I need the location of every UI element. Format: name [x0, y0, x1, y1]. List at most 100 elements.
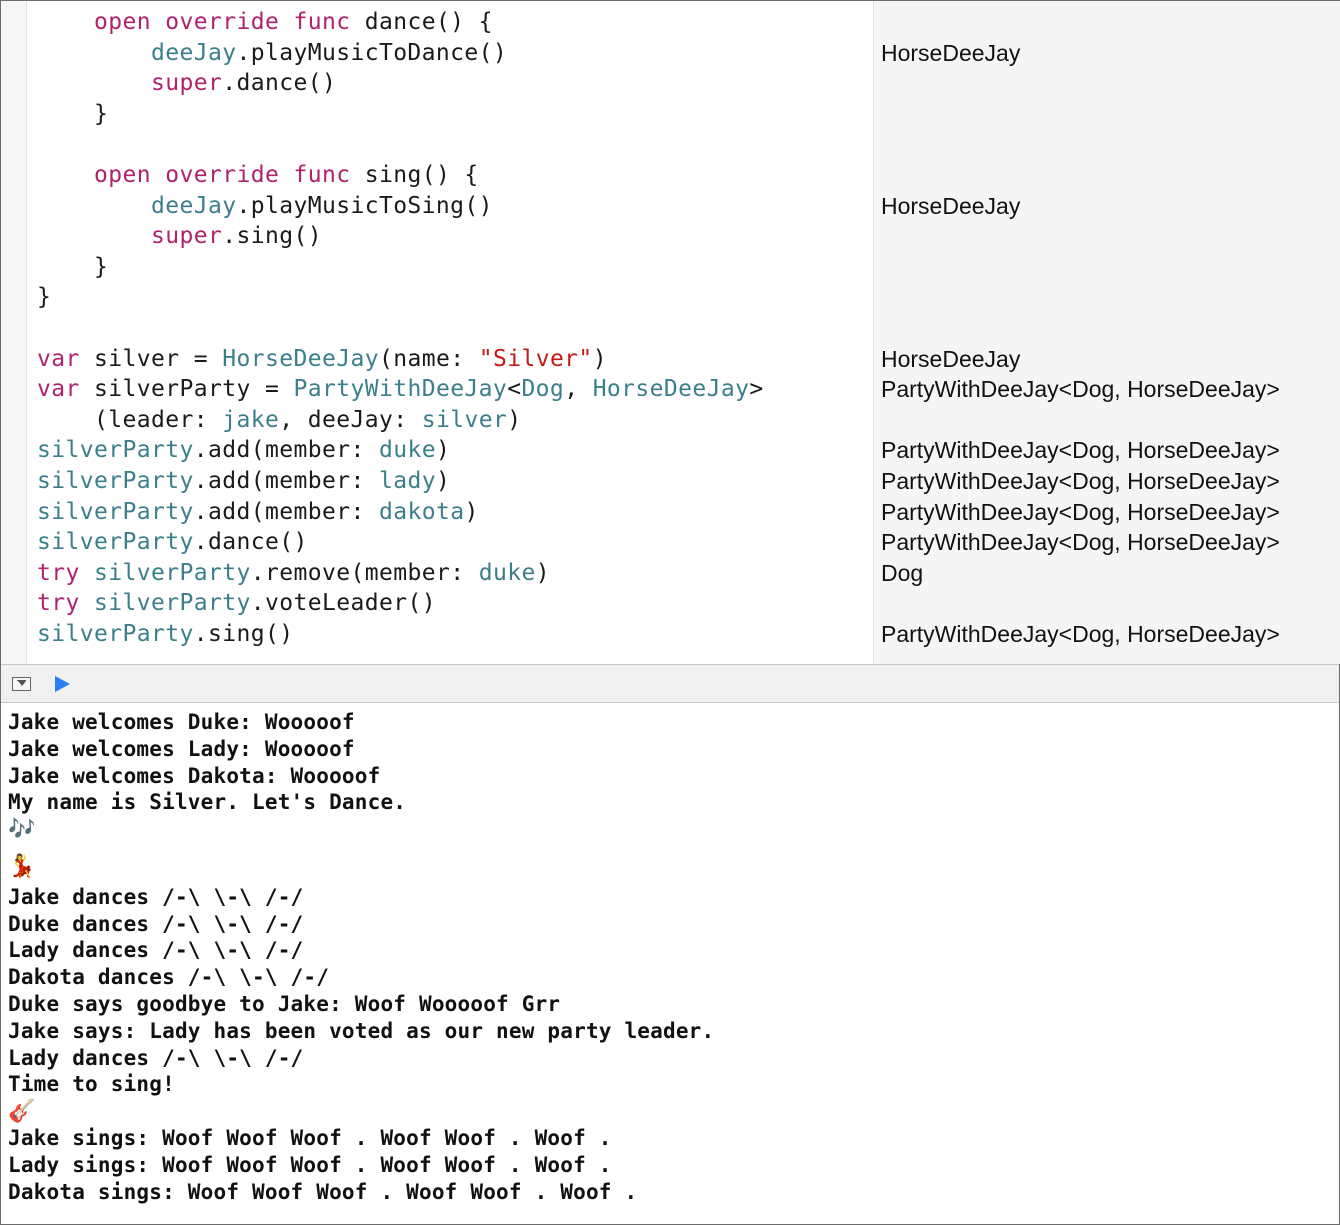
code-token: silverParty = — [94, 376, 294, 403]
code-editor[interactable]: open override func dance() { deeJay.play… — [1, 1, 1340, 664]
result-value[interactable]: PartyWithDeeJay<Dog, HorseDeeJay> — [881, 435, 1280, 465]
code-line[interactable]: (leader: jake, deeJay: silver) — [37, 405, 521, 435]
result-value[interactable]: PartyWithDeeJay<Dog, HorseDeeJay> — [881, 497, 1280, 527]
console-line: Jake welcomes Lady: Wooooof — [8, 736, 355, 761]
result-value[interactable]: PartyWithDeeJay<Dog, HorseDeeJay> — [881, 619, 1280, 649]
result-value[interactable]: HorseDeeJay — [881, 191, 1020, 221]
result-value[interactable]: PartyWithDeeJay<Dog, HorseDeeJay> — [881, 466, 1280, 496]
code-token: lady — [378, 468, 436, 494]
code-token: silverParty — [37, 468, 194, 494]
console-line: Jake says: Lady has been voted as our ne… — [8, 1018, 715, 1043]
code-line[interactable]: silverParty.dance() — [37, 527, 308, 557]
code-line[interactable]: super.dance() — [37, 68, 336, 98]
code-token: (leader: — [94, 406, 223, 433]
code-token: silverParty — [94, 590, 251, 617]
console-line: Time to sing! — [8, 1072, 175, 1097]
code-token: super — [150, 223, 223, 250]
code-token: Dog — [521, 376, 565, 403]
code-token: (name: — [378, 345, 479, 372]
code-token: .sing() — [222, 223, 322, 250]
code-token: dakota — [378, 498, 465, 525]
code-token: jake — [222, 406, 280, 433]
code-token: .remove(member: — [250, 559, 479, 586]
code-token: .playMusicToDance() — [236, 39, 508, 66]
code-token: var — [37, 376, 94, 403]
result-value[interactable]: HorseDeeJay — [881, 344, 1020, 374]
code-line[interactable]: } — [37, 282, 51, 312]
console-line: Lady dances /-\ \-\ /-/ — [8, 1045, 304, 1070]
code-token: silverParty — [37, 498, 194, 525]
code-token: duke — [378, 437, 436, 464]
code-token: open override func — [94, 162, 365, 188]
playground-window: open override func dance() { deeJay.play… — [0, 0, 1340, 1225]
code-line[interactable]: deeJay.playMusicToDance() — [37, 38, 507, 68]
result-value[interactable]: PartyWithDeeJay<Dog, HorseDeeJay> — [881, 374, 1280, 404]
code-token: ) — [464, 498, 479, 525]
console-line: Jake sings: Woof Woof Woof . Woof Woof .… — [8, 1126, 612, 1150]
code-line[interactable]: try silverParty.remove(member: duke) — [37, 558, 550, 588]
console-line: Jake welcomes Duke: Wooooof — [8, 710, 355, 734]
console-line: Lady dances /-\ \-\ /-/ — [8, 938, 304, 963]
code-token: ) — [535, 559, 550, 586]
code-line[interactable]: open override func sing() { — [37, 160, 479, 190]
code-token: } — [37, 284, 52, 311]
code-token: .add(member: — [193, 468, 379, 494]
code-line[interactable]: try silverParty.voteLeader() — [37, 588, 436, 618]
console-line: Duke says goodbye to Jake: Woof Wooooof … — [8, 992, 561, 1016]
code-line[interactable]: open override func dance() { — [37, 7, 493, 37]
code-token: silver = — [94, 345, 223, 372]
code-line[interactable]: var silverParty = PartyWithDeeJay<Dog, H… — [37, 374, 764, 404]
console-line: Jake dances /-\ \-\ /-/ — [8, 884, 304, 909]
code-line[interactable]: silverParty.sing() — [37, 619, 293, 649]
code-token: open override func — [94, 9, 365, 35]
code-token: ) — [435, 468, 451, 494]
result-value[interactable]: HorseDeeJay — [881, 38, 1020, 68]
code-token: try — [37, 590, 94, 617]
code-line[interactable]: silverParty.add(member: duke) — [37, 435, 450, 465]
code-token: HorseDeeJay — [222, 345, 379, 372]
debug-toolbar — [1, 664, 1339, 703]
code-line[interactable]: } — [37, 99, 108, 129]
result-value[interactable]: Dog — [881, 558, 923, 588]
console-line: Lady sings: Woof Woof Woof . Woof Woof .… — [8, 1152, 612, 1177]
code-line[interactable]: silverParty.add(member: lady) — [37, 466, 450, 496]
code-token: .voteLeader() — [250, 590, 436, 617]
editor-gutter — [1, 1, 27, 664]
code-token: try — [37, 559, 94, 586]
console-line: My name is Silver. Let's Dance. — [8, 790, 407, 815]
code-token: deeJay — [150, 39, 237, 66]
code-token: "Silver" — [478, 345, 593, 372]
code-token: } — [94, 253, 109, 280]
code-token: sing() { — [364, 162, 479, 188]
code-token: ) — [592, 345, 607, 372]
code-token: .dance() — [193, 529, 308, 556]
source-code[interactable]: open override func dance() { deeJay.play… — [27, 1, 873, 664]
code-token: dance() { — [364, 9, 493, 35]
result-value[interactable]: PartyWithDeeJay<Dog, HorseDeeJay> — [881, 527, 1280, 557]
code-token: .dance() — [222, 70, 337, 97]
code-line[interactable]: deeJay.playMusicToSing() — [37, 191, 493, 221]
code-token: duke — [478, 559, 536, 586]
code-token: PartyWithDeeJay — [293, 376, 508, 403]
code-token: silverParty — [37, 529, 194, 556]
code-line[interactable]: } — [37, 252, 108, 282]
results-sidebar: HorseDeeJay HorseDeeJay HorseDeeJay PartyWi… — [873, 1, 1340, 664]
console-line: Jake welcomes Dakota: Wooooof — [8, 763, 381, 788]
code-token: deeJay — [150, 192, 237, 219]
hide-debug-area-icon[interactable] — [12, 677, 31, 691]
code-token: , deeJay: — [279, 406, 422, 433]
code-token: .add(member: — [193, 498, 379, 525]
code-token: super — [150, 70, 223, 97]
code-line[interactable]: silverParty.add(member: dakota) — [37, 497, 479, 527]
code-token: .playMusicToSing() — [236, 192, 493, 219]
console-emoji-line: 💃 — [8, 854, 36, 879]
console-emoji-line: 🎸 — [8, 1099, 36, 1125]
code-token: silverParty — [94, 559, 251, 586]
code-token: , — [564, 376, 593, 403]
play-icon[interactable] — [55, 676, 70, 692]
console-emoji-line: 🎶 — [8, 817, 36, 843]
code-line[interactable]: super.sing() — [37, 221, 322, 251]
code-token: var — [37, 345, 94, 372]
code-token: ) — [435, 437, 451, 464]
code-line[interactable]: var silver = HorseDeeJay(name: "Silver") — [37, 344, 607, 374]
